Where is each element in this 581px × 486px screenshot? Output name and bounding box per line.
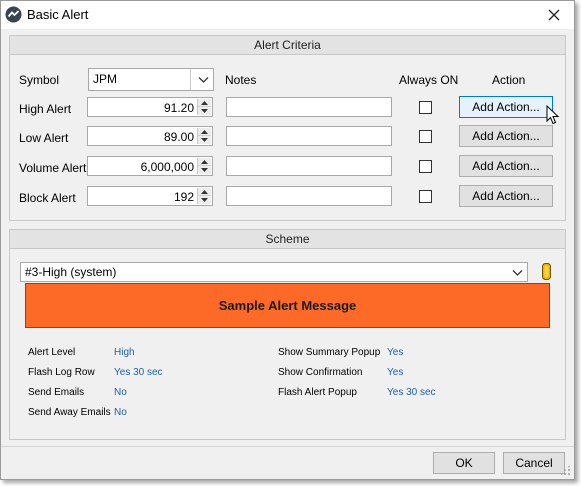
high-alert-add-action-button[interactable]: Add Action... <box>459 96 553 118</box>
mouse-cursor-icon <box>546 105 560 125</box>
show-confirmation-key: Show Confirmation <box>278 367 363 378</box>
alert-level-key: Alert Level <box>28 347 76 358</box>
alert-criteria-header: Alert Criteria <box>10 36 565 55</box>
close-icon <box>548 9 560 21</box>
high-alert-value: 91.20 <box>163 101 194 115</box>
cancel-button[interactable]: Cancel <box>503 452 565 474</box>
block-alert-spinbox[interactable]: 192 <box>87 186 213 206</box>
high-alert-always-on-checkbox[interactable] <box>419 101 432 114</box>
caret-down-icon <box>201 168 208 172</box>
scheme-header: Scheme <box>10 230 565 249</box>
alert-criteria-group: Alert Criteria Symbol JPM Notes Always O… <box>9 35 566 221</box>
app-logo-icon <box>5 6 22 23</box>
caret-down-icon <box>201 198 208 202</box>
high-alert-notes-field[interactable] <box>226 97 392 117</box>
spin-down-button[interactable] <box>198 107 211 115</box>
high-alert-label: High Alert <box>19 102 72 116</box>
send-emails-key: Send Emails <box>28 387 85 398</box>
basic-alert-dialog: Basic Alert Alert Criteria Symbol JPM No… <box>0 0 575 480</box>
caret-down-icon <box>201 138 208 142</box>
block-alert-always-on-checkbox[interactable] <box>419 190 432 203</box>
resize-grip-icon[interactable] <box>561 466 571 476</box>
low-alert-label: Low Alert <box>19 131 69 145</box>
alert-level-indicator-icon[interactable] <box>542 263 551 280</box>
high-alert-spinbox[interactable]: 91.20 <box>87 97 213 117</box>
volume-alert-value: 6,000,000 <box>140 160 194 174</box>
spin-up-button[interactable] <box>198 99 211 107</box>
footer-divider <box>1 446 574 447</box>
show-summary-popup-key: Show Summary Popup <box>278 347 381 358</box>
symbol-label: Symbol <box>19 73 60 87</box>
chevron-down-icon <box>512 270 523 276</box>
show-confirmation-value: Yes <box>387 367 404 378</box>
ok-button[interactable]: OK <box>433 452 495 474</box>
block-alert-notes-field[interactable] <box>226 186 392 206</box>
caret-down-icon <box>201 109 208 113</box>
send-emails-value: No <box>114 387 127 398</box>
show-summary-popup-value: Yes <box>387 347 404 358</box>
low-alert-add-action-button[interactable]: Add Action... <box>459 125 553 147</box>
close-button[interactable] <box>540 4 568 26</box>
scheme-group: Scheme #3-High (system) Sample Alert Mes… <box>9 229 566 440</box>
scheme-select[interactable]: #3-High (system) <box>20 262 528 282</box>
caret-up-icon <box>201 129 208 134</box>
flash-log-row-key: Flash Log Row <box>28 367 95 378</box>
flash-log-row-value: Yes 30 sec <box>114 367 163 378</box>
flash-alert-popup-value: Yes 30 sec <box>387 387 436 398</box>
notes-column-header: Notes <box>225 73 257 87</box>
spin-up-button[interactable] <box>198 158 211 166</box>
sample-alert-message: Sample Alert Message <box>25 283 550 328</box>
alert-level-value: High <box>114 347 135 358</box>
spin-up-button[interactable] <box>198 128 211 136</box>
caret-up-icon <box>201 100 208 105</box>
symbol-value: JPM <box>93 72 117 86</box>
caret-up-icon <box>201 159 208 164</box>
caret-up-icon <box>201 189 208 194</box>
low-alert-notes-field[interactable] <box>226 126 392 146</box>
volume-alert-always-on-checkbox[interactable] <box>419 160 432 173</box>
chevron-down-icon <box>198 77 209 83</box>
low-alert-value: 89.00 <box>163 130 194 144</box>
block-alert-label: Block Alert <box>19 191 76 205</box>
volume-alert-label: Volume Alert <box>19 161 87 175</box>
symbol-combobox[interactable]: JPM <box>88 68 214 91</box>
scheme-selected-value: #3-High (system) <box>25 265 117 279</box>
spin-down-button[interactable] <box>198 166 211 174</box>
spin-down-button[interactable] <box>198 196 211 204</box>
volume-alert-spinbox[interactable]: 6,000,000 <box>87 156 213 176</box>
send-away-emails-value: No <box>114 407 127 418</box>
action-column-header: Action <box>492 73 526 87</box>
always-on-column-header: Always ON <box>399 73 459 87</box>
low-alert-spinbox[interactable]: 89.00 <box>87 126 213 146</box>
title-bar: Basic Alert <box>1 1 574 29</box>
flash-alert-popup-key: Flash Alert Popup <box>278 387 357 398</box>
spin-down-button[interactable] <box>198 136 211 144</box>
send-away-emails-key: Send Away Emails <box>28 407 111 418</box>
block-alert-add-action-button[interactable]: Add Action... <box>459 185 553 207</box>
block-alert-value: 192 <box>173 190 194 204</box>
low-alert-always-on-checkbox[interactable] <box>419 130 432 143</box>
spin-up-button[interactable] <box>198 188 211 196</box>
window-title: Basic Alert <box>27 7 89 22</box>
volume-alert-add-action-button[interactable]: Add Action... <box>459 155 553 177</box>
volume-alert-notes-field[interactable] <box>226 156 392 176</box>
